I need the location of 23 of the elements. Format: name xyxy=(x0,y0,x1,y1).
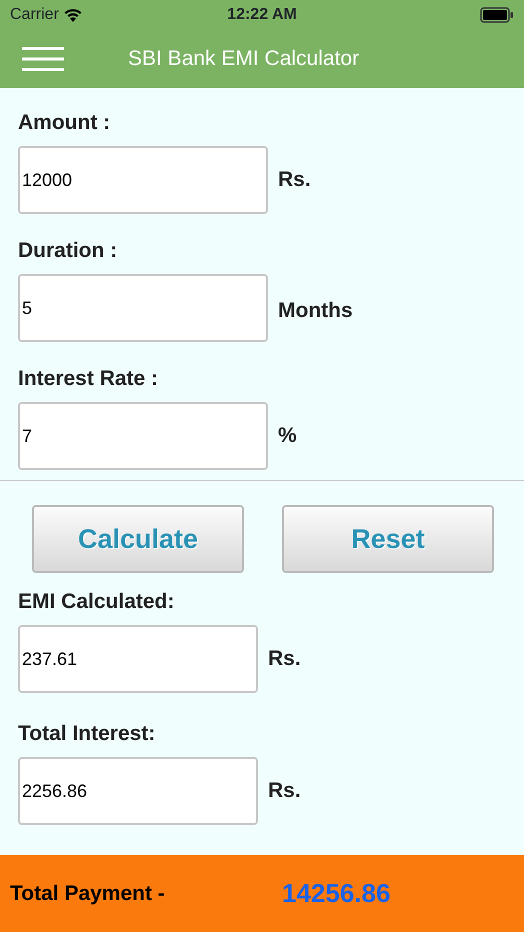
input-field[interactable]: 12000 xyxy=(18,146,268,214)
input-field[interactable]: 2256.86 xyxy=(18,757,258,825)
input-field[interactable]: 237.61 xyxy=(18,625,258,693)
field-label: Interest Rate : xyxy=(18,366,160,392)
wifi-icon xyxy=(62,8,83,22)
total-payment-value: 14256.86 xyxy=(282,877,390,910)
unit-label: Rs. xyxy=(268,778,301,804)
status-time: 12:22 AM xyxy=(227,5,297,25)
unit-label: Rs. xyxy=(278,167,311,194)
field-label: EMI Calculated: xyxy=(18,589,176,615)
unit-label: Months xyxy=(278,298,353,324)
field-label: Duration : xyxy=(18,238,118,264)
unit-label: % xyxy=(278,423,297,450)
input-field[interactable]: 5 xyxy=(18,274,268,342)
unit-label: Rs. xyxy=(268,646,301,672)
total-payment-label: Total Payment - xyxy=(10,880,166,907)
field-label: Amount : xyxy=(18,110,112,136)
field-label: Total Interest: xyxy=(18,721,156,747)
battery-icon xyxy=(480,7,514,23)
input-field[interactable]: 7 xyxy=(18,402,268,470)
app-title: SBI Bank EMI Calculator xyxy=(128,46,360,72)
carrier-label: Carrier xyxy=(10,5,59,25)
menu-icon[interactable] xyxy=(22,46,64,72)
